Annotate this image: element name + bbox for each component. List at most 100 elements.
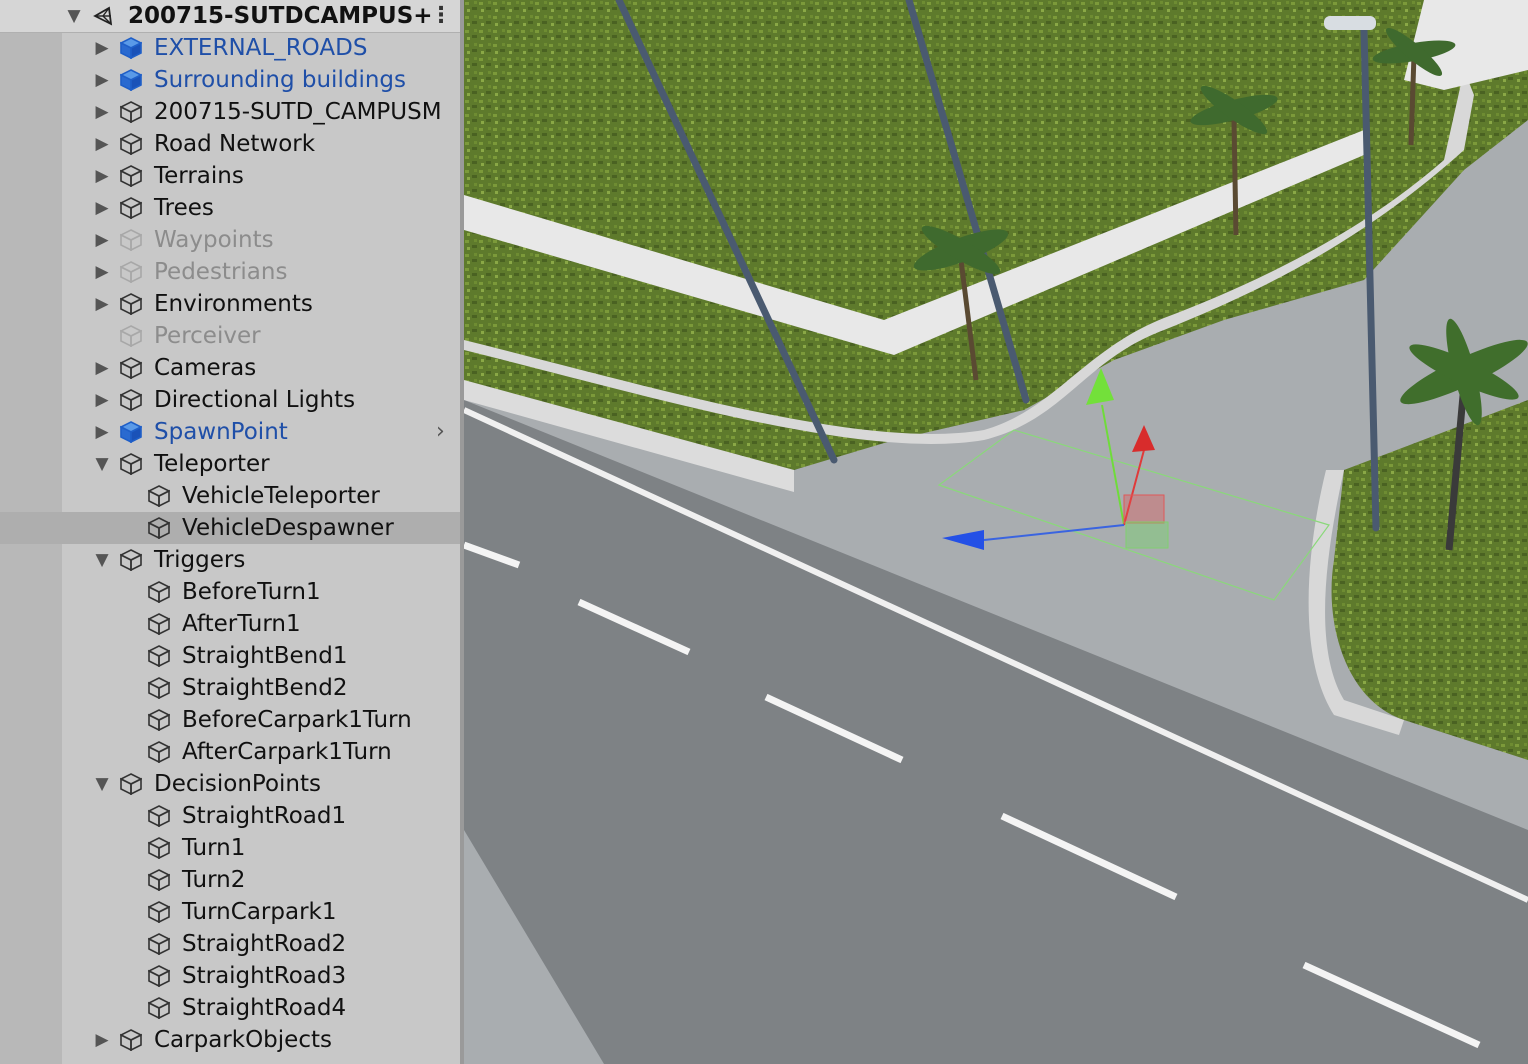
collapsed-arrow-icon[interactable]: ▶	[92, 160, 112, 192]
prefab-cube-icon	[120, 421, 142, 443]
hierarchy-item-label: Environments	[154, 291, 313, 317]
gameobject-cube-icon	[120, 357, 142, 379]
hierarchy-row[interactable]: ▼ Teleporter	[0, 448, 462, 480]
gameobject-cube-icon	[120, 293, 142, 315]
hierarchy-row[interactable]: Turn2	[0, 864, 462, 896]
hierarchy-item-label: StraightRoad3	[182, 963, 347, 989]
hierarchy-row[interactable]: ▼ Triggers	[0, 544, 462, 576]
hierarchy-row[interactable]: Perceiver	[0, 320, 462, 352]
gameobject-cube-icon	[148, 517, 170, 539]
expanded-arrow-icon[interactable]: ▼	[92, 544, 112, 576]
scene-viewport[interactable]	[464, 0, 1528, 1064]
hierarchy-item-label: Road Network	[154, 131, 316, 157]
hierarchy-row[interactable]: ▶ Road Network	[0, 128, 462, 160]
hierarchy-row[interactable]: Turn1	[0, 832, 462, 864]
hierarchy-row[interactable]: ▶ Cameras	[0, 352, 462, 384]
hierarchy-row[interactable]: ▶ Trees	[0, 192, 462, 224]
hierarchy-row[interactable]: TurnCarpark1	[0, 896, 462, 928]
hierarchy-row[interactable]: AfterTurn1	[0, 608, 462, 640]
gameobject-cube-icon	[120, 1029, 142, 1051]
hierarchy-row[interactable]: StraightBend1	[0, 640, 462, 672]
collapsed-arrow-icon[interactable]: ▶	[92, 64, 112, 96]
gameobject-cube-icon	[148, 901, 170, 923]
hierarchy-row[interactable]: ▶ Environments	[0, 288, 462, 320]
collapsed-arrow-icon[interactable]: ▶	[92, 384, 112, 416]
gameobject-cube-icon	[148, 997, 170, 1019]
hierarchy-item-label: 200715-SUTD_CAMPUSM	[154, 99, 442, 125]
gameobject-cube-icon	[148, 709, 170, 731]
gameobject-cube-icon	[148, 645, 170, 667]
hierarchy-item-label: TurnCarpark1	[182, 899, 337, 925]
gameobject-cube-icon	[148, 837, 170, 859]
gameobject-cube-icon	[148, 805, 170, 827]
collapsed-arrow-icon[interactable]: ▶	[92, 1024, 112, 1056]
gameobject-cube-icon	[148, 933, 170, 955]
hierarchy-row[interactable]: ▶ Terrains	[0, 160, 462, 192]
scene-header[interactable]: ▼ 200715-SUTDCAMPUS+ ⋮	[0, 0, 462, 33]
gameobject-cube-icon	[120, 133, 142, 155]
prefab-cube-icon	[120, 37, 142, 59]
hierarchy-row[interactable]: BeforeCarpark1Turn	[0, 704, 462, 736]
hierarchy-item-label: SpawnPoint	[154, 419, 288, 445]
hierarchy-row[interactable]: ▶ 200715-SUTD_CAMPUSM	[0, 96, 462, 128]
collapsed-arrow-icon[interactable]: ▶	[92, 352, 112, 384]
hierarchy-row[interactable]: ▶ SpawnPoint ›	[0, 416, 462, 448]
collapsed-arrow-icon[interactable]: ▶	[92, 224, 112, 256]
hierarchy-row[interactable]: StraightRoad3	[0, 960, 462, 992]
hierarchy-item-label: Perceiver	[154, 323, 261, 349]
prefab-open-chevron-icon[interactable]: ›	[436, 416, 445, 448]
hierarchy-item-label: Turn1	[182, 835, 246, 861]
gameobject-cube-icon	[148, 485, 170, 507]
hierarchy-item-label: Pedestrians	[154, 259, 288, 285]
collapsed-arrow-icon[interactable]: ▶	[92, 256, 112, 288]
gameobject-cube-icon	[120, 165, 142, 187]
collapsed-arrow-icon[interactable]: ▶	[92, 192, 112, 224]
collapsed-arrow-icon[interactable]: ▶	[92, 288, 112, 320]
hierarchy-row[interactable]: AfterCarpark1Turn	[0, 736, 462, 768]
hierarchy-row[interactable]: ▶ EXTERNAL_ROADS	[0, 32, 462, 64]
hierarchy-row[interactable]: ▶ Pedestrians	[0, 256, 462, 288]
hierarchy-row[interactable]: StraightRoad1	[0, 800, 462, 832]
gameobject-cube-icon	[120, 229, 142, 251]
hierarchy-row[interactable]: VehicleTeleporter	[0, 480, 462, 512]
collapsed-arrow-icon[interactable]: ▶	[92, 128, 112, 160]
hierarchy-item-label: Surrounding buildings	[154, 67, 406, 93]
collapsed-arrow-icon[interactable]: ▶	[92, 32, 112, 64]
scene-render	[464, 0, 1528, 1064]
hierarchy-item-label: DecisionPoints	[154, 771, 322, 797]
hierarchy-item-label: StraightRoad1	[182, 803, 347, 829]
gameobject-cube-icon	[148, 741, 170, 763]
hierarchy-panel: ▼ 200715-SUTDCAMPUS+ ⋮ ▶ EXTERNAL_ROADS ▶ S…	[0, 0, 462, 1064]
hierarchy-item-label: BeforeTurn1	[182, 579, 321, 605]
collapsed-arrow-icon[interactable]: ▶	[92, 96, 112, 128]
gameobject-cube-icon	[148, 965, 170, 987]
expanded-arrow-icon[interactable]: ▼	[92, 448, 112, 480]
hierarchy-row[interactable]: ▶ Surrounding buildings	[0, 64, 462, 96]
hierarchy-row[interactable]: VehicleDespawner	[0, 512, 462, 544]
hierarchy-row[interactable]: ▼ DecisionPoints	[0, 768, 462, 800]
hierarchy-row[interactable]: BeforeTurn1	[0, 576, 462, 608]
prefab-cube-icon	[120, 69, 142, 91]
hierarchy-item-label: EXTERNAL_ROADS	[154, 35, 368, 61]
hierarchy-row[interactable]: ▶ Directional Lights	[0, 384, 462, 416]
hierarchy-item-label: StraightBend2	[182, 675, 348, 701]
gameobject-cube-icon	[120, 261, 142, 283]
kebab-menu-icon[interactable]: ⋮	[430, 0, 452, 32]
hierarchy-item-label: Turn2	[182, 867, 246, 893]
hierarchy-row[interactable]: StraightBend2	[0, 672, 462, 704]
hierarchy-row[interactable]: StraightRoad4	[0, 992, 462, 1024]
hierarchy-item-label: AfterTurn1	[182, 611, 301, 637]
gameobject-cube-icon	[148, 581, 170, 603]
hierarchy-row[interactable]: StraightRoad2	[0, 928, 462, 960]
collapsed-arrow-icon[interactable]: ▶	[92, 416, 112, 448]
gameobject-cube-icon	[120, 453, 142, 475]
hierarchy-row[interactable]: ▶ Waypoints	[0, 224, 462, 256]
expand-arrow-icon[interactable]: ▼	[64, 0, 84, 32]
hierarchy-item-label: Triggers	[154, 547, 246, 573]
expanded-arrow-icon[interactable]: ▼	[92, 768, 112, 800]
hierarchy-row[interactable]: ▶ CarparkObjects	[0, 1024, 462, 1056]
hierarchy-item-label: Waypoints	[154, 227, 274, 253]
hierarchy-item-label: Directional Lights	[154, 387, 356, 413]
hierarchy-item-label: Terrains	[154, 163, 244, 189]
gameobject-cube-icon	[148, 613, 170, 635]
